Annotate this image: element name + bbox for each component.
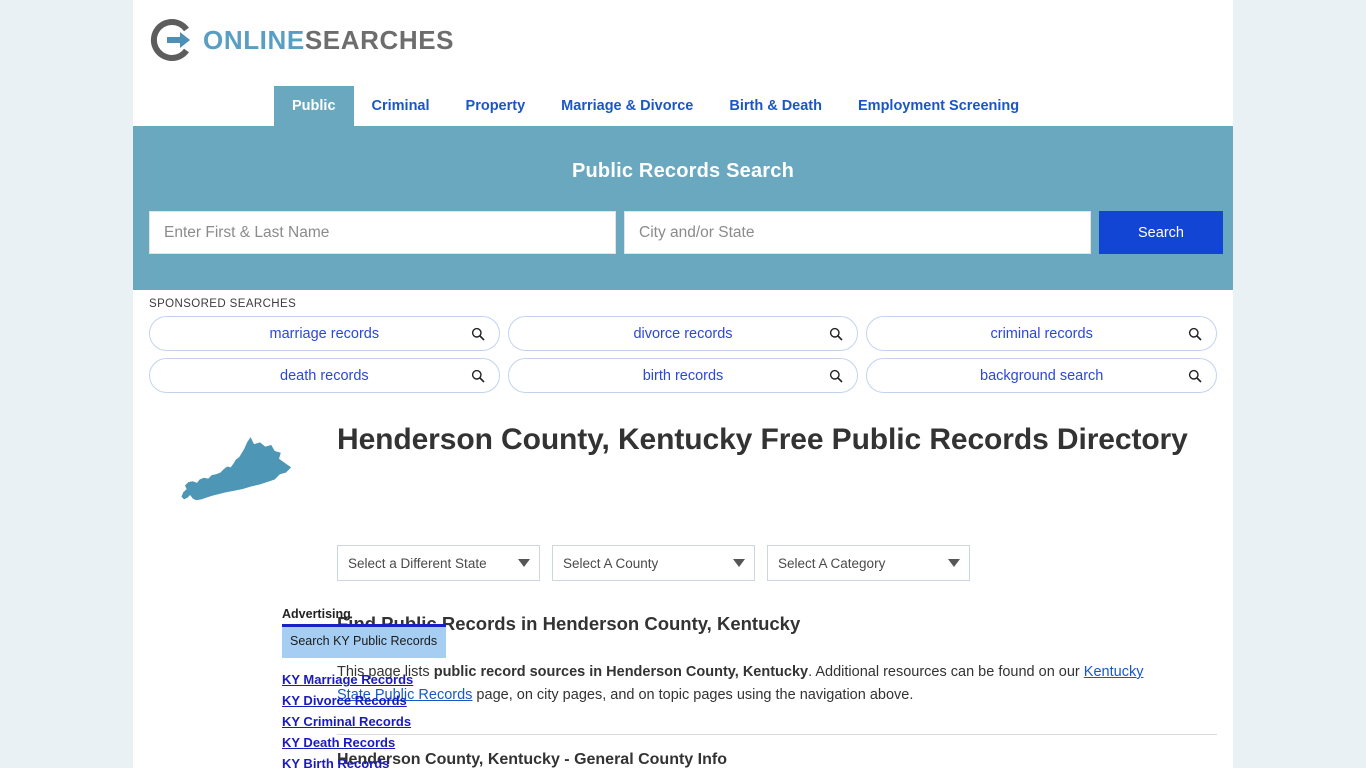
nav-tab-employment-screening[interactable]: Employment Screening	[840, 86, 1037, 126]
logo-searches-text: SEARCHES	[304, 24, 455, 55]
county-select-label: Select A County	[563, 555, 659, 571]
filter-selects: Select a Different State Select A County…	[337, 545, 1217, 581]
site-header: ONLINESEARCHES	[133, 0, 1233, 86]
sponsored-pill-label: birth records	[642, 367, 724, 384]
nav-tab-birth-death[interactable]: Birth & Death	[711, 86, 840, 126]
ad-link-ky-birth-records[interactable]: KY Birth Records	[282, 756, 446, 768]
advertising-sidebar: Advertising Search KY Public Records KY …	[282, 607, 446, 768]
state-select-label: Select a Different State	[348, 555, 487, 571]
category-select[interactable]: Select A Category	[767, 545, 970, 581]
advertising-box-text: Search KY Public Records	[290, 634, 438, 648]
content-container: ONLINESEARCHES Public Criminal Property …	[133, 0, 1233, 768]
search-submit-button[interactable]: Search	[1099, 211, 1223, 254]
intro-text-3: page, on city pages, and on topic pages …	[472, 687, 914, 704]
nav-tab-criminal[interactable]: Criminal	[354, 86, 448, 126]
sponsored-pill-label: background search	[980, 367, 1104, 384]
chevron-down-icon	[733, 559, 745, 567]
logo-wordmark: ONLINESEARCHES	[203, 25, 454, 56]
sponsored-pill-birth-records[interactable]: birth records	[507, 358, 859, 393]
general-county-info-heading: Henderson County, Kentucky - General Cou…	[337, 750, 727, 768]
search-icon	[829, 327, 843, 341]
intro-paragraph: This page lists public record sources in…	[337, 661, 1161, 708]
sponsored-pill-label: death records	[280, 367, 369, 384]
nav-tab-public[interactable]: Public	[274, 86, 354, 126]
ad-link-ky-divorce-records[interactable]: KY Divorce Records	[282, 693, 446, 708]
search-name-input[interactable]	[149, 211, 616, 254]
sponsored-pill-death-records[interactable]: death records	[149, 358, 500, 393]
page-root: ONLINESEARCHES Public Criminal Property …	[0, 0, 1366, 768]
ad-link-ky-criminal-records[interactable]: KY Criminal Records	[282, 714, 446, 729]
state-select[interactable]: Select a Different State	[337, 545, 540, 581]
sponsored-pill-marriage-records[interactable]: marriage records	[149, 316, 500, 351]
logo-online-text: ONLINE	[203, 24, 305, 55]
sponsored-pill-divorce-records[interactable]: divorce records	[507, 316, 859, 351]
section-heading: Find Public Records in Henderson County,…	[337, 613, 801, 634]
search-location-input[interactable]	[624, 211, 1091, 254]
ad-link-ky-death-records[interactable]: KY Death Records	[282, 735, 446, 750]
sponsored-pill-label: divorce records	[633, 325, 733, 342]
county-select[interactable]: Select A County	[552, 545, 755, 581]
search-form: Search	[149, 211, 1223, 254]
page-title: Henderson County, Kentucky Free Public R…	[337, 423, 1188, 456]
sponsored-pill-background-search[interactable]: background search	[866, 358, 1218, 393]
public-records-search-banner: Public Records Search Search	[133, 126, 1233, 290]
kentucky-state-map-icon	[149, 418, 321, 519]
chevron-down-icon	[948, 559, 960, 567]
chevron-down-icon	[518, 559, 530, 567]
site-logo[interactable]: ONLINESEARCHES	[150, 14, 1233, 66]
advertising-heading: Advertising	[282, 607, 351, 621]
nav-tab-property[interactable]: Property	[448, 86, 544, 126]
intro-text-2: . Additional resources can be found on o…	[808, 664, 1084, 680]
search-icon	[1188, 327, 1202, 341]
ad-link-ky-marriage-records[interactable]: KY Marriage Records	[282, 672, 446, 687]
advertising-links: KY Marriage Records KY Divorce Records K…	[282, 672, 446, 768]
nav-tab-marriage-divorce[interactable]: Marriage & Divorce	[543, 86, 711, 126]
advertising-box[interactable]: Search KY Public Records	[282, 624, 446, 659]
sponsored-pill-criminal-records[interactable]: criminal records	[866, 316, 1218, 351]
circle-arrow-logo-icon	[150, 18, 194, 62]
sponsored-pill-label: marriage records	[269, 325, 380, 342]
sponsored-pill-label: criminal records	[990, 325, 1093, 342]
title-row: Henderson County, Kentucky Free Public R…	[149, 418, 1217, 519]
search-icon	[471, 327, 485, 341]
intro-bold-1: public record sources in Henderson Count…	[433, 664, 809, 680]
main-navigation: Public Criminal Property Marriage & Divo…	[133, 86, 1233, 126]
sponsored-searches: SPONSORED SEARCHES marriage records divo…	[133, 290, 1233, 393]
search-icon	[471, 369, 485, 383]
search-icon	[829, 369, 843, 383]
section-divider	[337, 733, 1217, 735]
sponsored-row-1: marriage records divorce records crimina…	[149, 316, 1218, 351]
sponsored-searches-label: SPONSORED SEARCHES	[149, 298, 297, 310]
search-banner-title: Public Records Search	[571, 160, 795, 182]
sponsored-row-2: death records birth records background s…	[149, 358, 1218, 393]
category-select-label: Select A Category	[778, 555, 886, 571]
search-icon	[1188, 369, 1202, 383]
